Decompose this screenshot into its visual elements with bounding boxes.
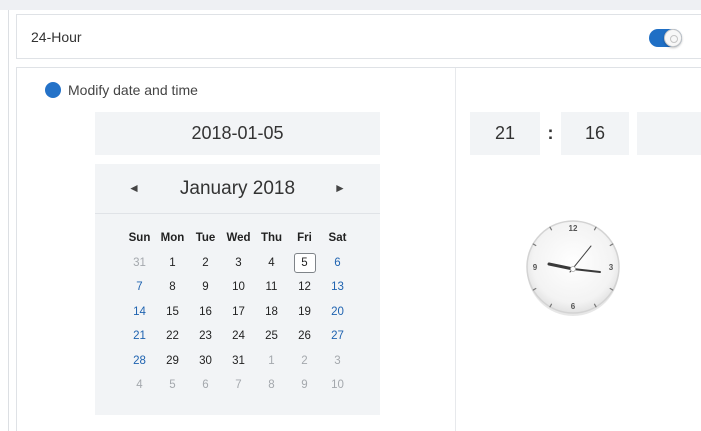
calendar-day[interactable]: 12 <box>288 281 321 293</box>
calendar-day[interactable]: 30 <box>189 355 222 367</box>
hour24-label: 24-Hour <box>31 29 82 45</box>
weekday-thu: Thu <box>260 232 283 245</box>
calendar-day[interactable]: 22 <box>156 330 189 342</box>
weekday-sat: Sat <box>328 232 347 245</box>
calendar-day[interactable]: 3 <box>321 355 354 367</box>
panel-divider <box>455 68 456 431</box>
calendar-day[interactable]: 10 <box>321 379 354 391</box>
calendar-day[interactable]: 20 <box>321 306 354 318</box>
hour24-row: 24-Hour <box>16 14 701 59</box>
minute-input[interactable]: 16 <box>561 112 629 155</box>
weekday-sun: Sun <box>128 232 151 245</box>
calendar-day[interactable]: 6 <box>189 379 222 391</box>
calendar-day[interactable]: 31 <box>222 355 255 367</box>
calendar-day[interactable]: 6 <box>321 257 354 269</box>
calendar-day[interactable]: 16 <box>189 306 222 318</box>
toggle-knob <box>664 29 682 47</box>
calendar-day[interactable]: 28 <box>123 355 156 367</box>
top-strip <box>0 0 701 10</box>
calendar-day[interactable]: 15 <box>156 306 189 318</box>
calendar-week-row: 28 29 30 31 1 2 3 <box>123 349 354 374</box>
calendar-day[interactable]: 14 <box>123 306 156 318</box>
calendar-day[interactable]: 3 <box>222 257 255 269</box>
calendar-day[interactable]: 26 <box>288 330 321 342</box>
calendar-day[interactable]: 7 <box>222 379 255 391</box>
datetime-panel: Modify date and time 2018-01-05 ◄ Januar… <box>16 67 701 431</box>
calendar-day-selected[interactable]: 5 <box>288 252 321 273</box>
calendar-day[interactable]: 5 <box>156 379 189 391</box>
clock-numeral-6: 6 <box>571 302 576 311</box>
calendar-day[interactable]: 2 <box>189 257 222 269</box>
calendar-day[interactable]: 17 <box>222 306 255 318</box>
clock-numeral-3: 3 <box>609 263 614 272</box>
calendar-day[interactable]: 4 <box>255 257 288 269</box>
calendar-day[interactable]: 23 <box>189 330 222 342</box>
calendar-day[interactable]: 13 <box>321 281 354 293</box>
weekday-mon: Mon <box>160 232 185 245</box>
calendar-day[interactable]: 1 <box>156 257 189 269</box>
weekday-fri: Fri <box>297 232 312 245</box>
calendar-day[interactable]: 8 <box>255 379 288 391</box>
calendar-day[interactable]: 11 <box>255 281 288 293</box>
calendar-day[interactable]: 21 <box>123 330 156 342</box>
second-input[interactable] <box>637 112 701 155</box>
weekday-wed: Wed <box>226 232 251 245</box>
calendar-day[interactable]: 9 <box>189 281 222 293</box>
left-border <box>8 10 9 431</box>
analog-clock-icon: 12 3 6 9 <box>526 220 620 316</box>
weekday-header-row: Sun Mon Tue Wed Thu Fri Sat <box>123 226 354 251</box>
radio-selected-icon[interactable] <box>45 82 61 98</box>
calendar-day[interactable]: 25 <box>255 330 288 342</box>
calendar-day[interactable]: 31 <box>123 257 156 269</box>
calendar-day[interactable]: 24 <box>222 330 255 342</box>
clock-numeral-9: 9 <box>533 263 538 272</box>
calendar-day[interactable]: 10 <box>222 281 255 293</box>
time-separator: : <box>547 123 554 143</box>
modify-label: Modify date and time <box>68 82 198 98</box>
calendar-header: ◄ January 2018 ► <box>95 164 380 214</box>
calendar-week-row: 14 15 16 17 18 19 20 <box>123 300 354 325</box>
calendar-day[interactable]: 9 <box>288 379 321 391</box>
calendar-week-row: 31 1 2 3 4 5 6 <box>123 251 354 276</box>
calendar-week-row: 4 5 6 7 8 9 10 <box>123 373 354 398</box>
calendar-day[interactable]: 1 <box>255 355 288 367</box>
calendar-day[interactable]: 4 <box>123 379 156 391</box>
calendar-day[interactable]: 7 <box>123 281 156 293</box>
weekday-tue: Tue <box>195 232 216 245</box>
calendar-week-row: 21 22 23 24 25 26 27 <box>123 324 354 349</box>
calendar: ◄ January 2018 ► Sun Mon Tue Wed Thu Fri… <box>95 164 380 415</box>
calendar-day[interactable]: 29 <box>156 355 189 367</box>
calendar-day[interactable]: 18 <box>255 306 288 318</box>
next-month-icon[interactable]: ► <box>334 181 346 195</box>
hour24-toggle[interactable] <box>649 29 682 47</box>
calendar-grid: Sun Mon Tue Wed Thu Fri Sat 31 1 2 3 4 5… <box>123 226 354 398</box>
date-input[interactable]: 2018-01-05 <box>95 112 380 155</box>
calendar-day[interactable]: 19 <box>288 306 321 318</box>
calendar-day[interactable]: 8 <box>156 281 189 293</box>
calendar-day[interactable]: 27 <box>321 330 354 342</box>
calendar-week-row: 7 8 9 10 11 12 13 <box>123 275 354 300</box>
hour-input[interactable]: 21 <box>470 112 540 155</box>
clock-numeral-12: 12 <box>569 224 578 233</box>
calendar-day[interactable]: 2 <box>288 355 321 367</box>
selected-day-label: 5 <box>293 252 316 273</box>
modify-radio-row[interactable]: Modify date and time <box>45 82 198 98</box>
